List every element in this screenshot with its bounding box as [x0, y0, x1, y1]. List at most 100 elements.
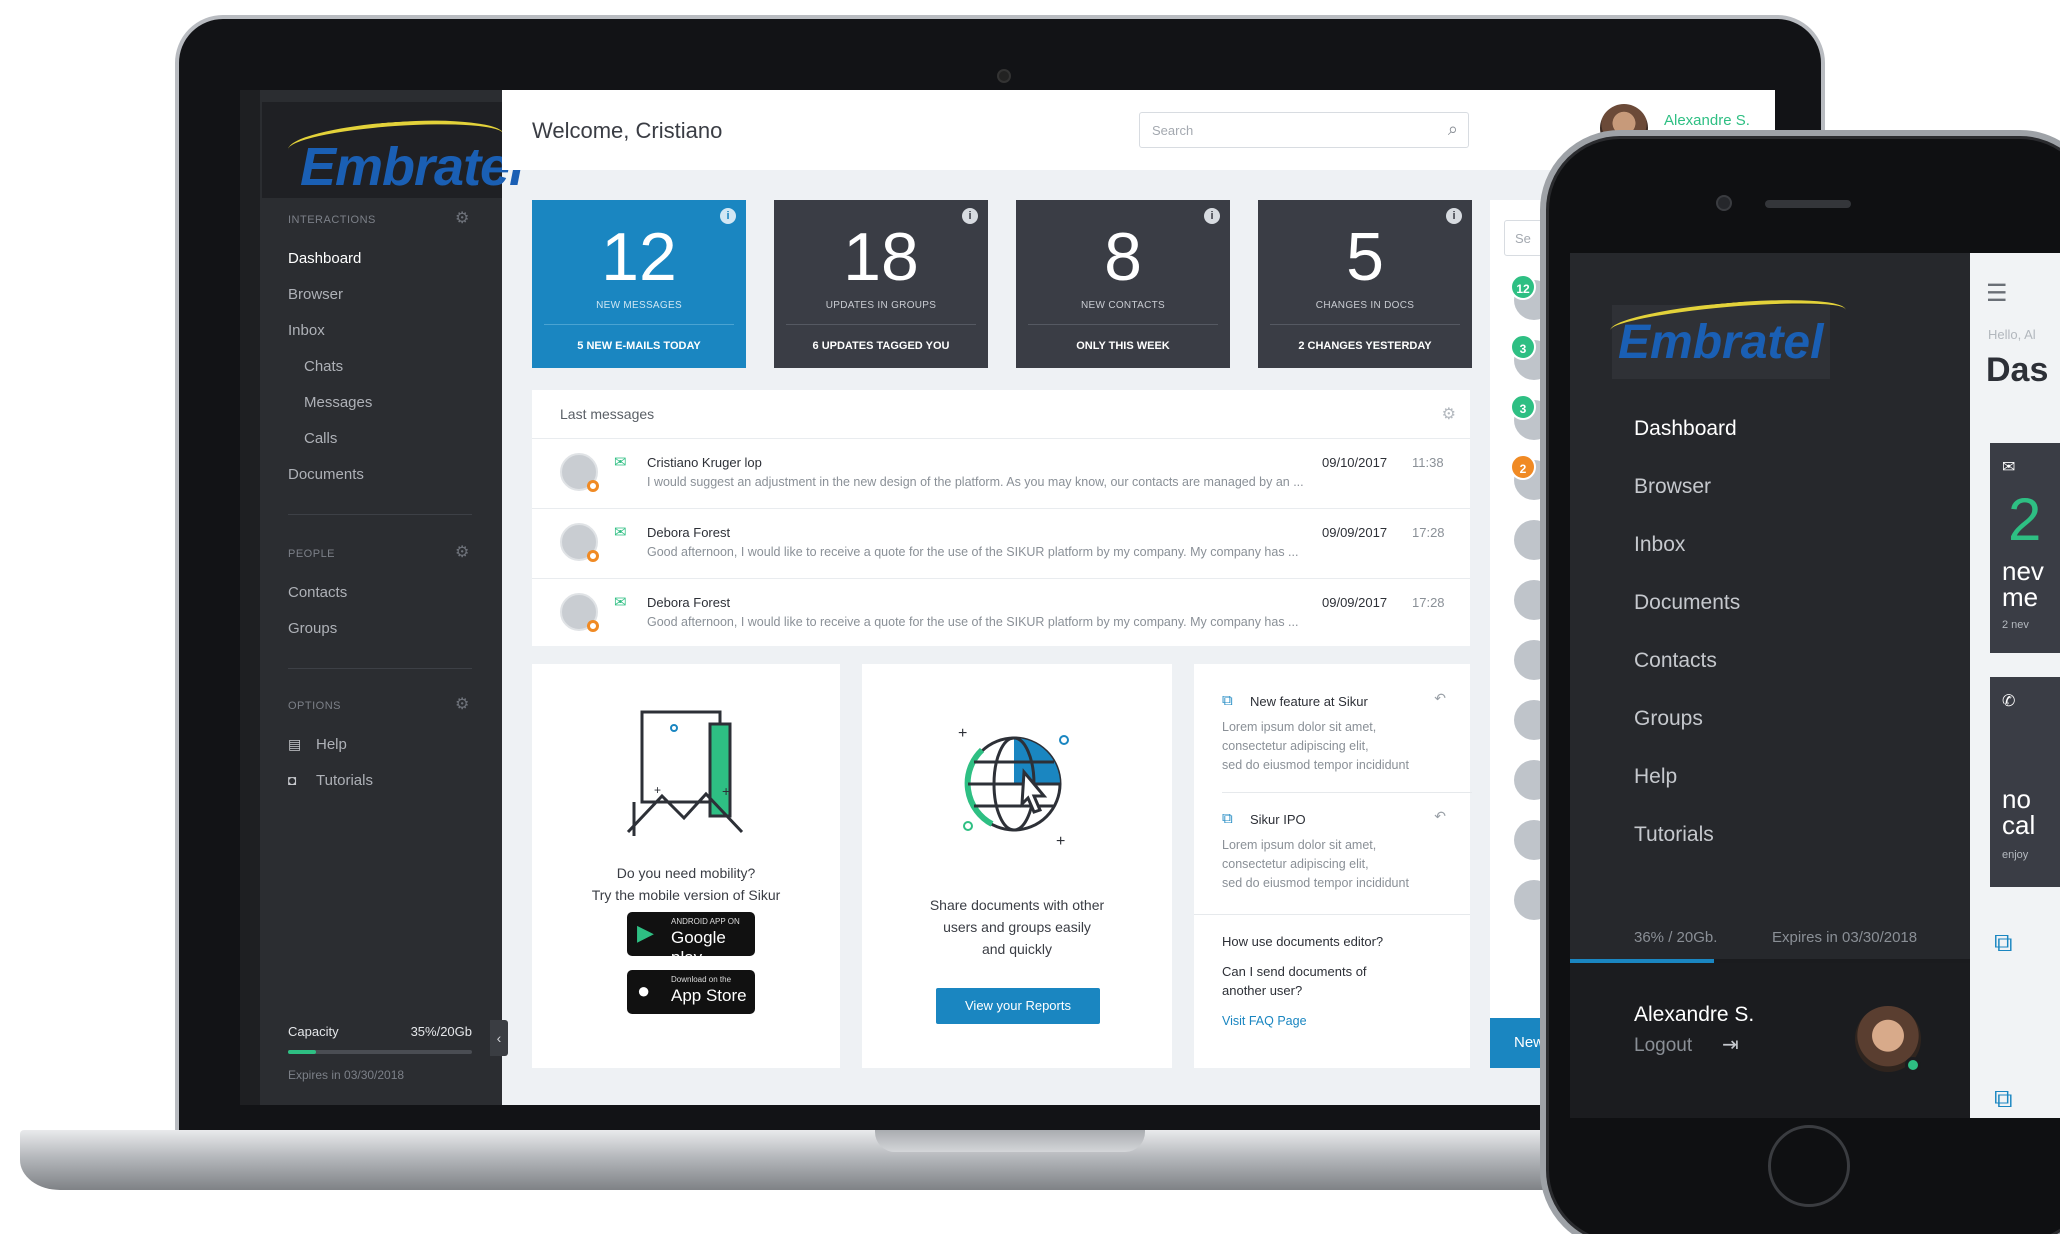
faq-question[interactable]: Can I send documents of another user? — [1222, 962, 1462, 1000]
faq-link[interactable]: Visit FAQ Page — [1222, 1014, 1307, 1028]
reply-icon[interactable]: ↶ — [1434, 690, 1446, 707]
message-row[interactable]: ✉ Cristiano Kruger lop I would suggest a… — [532, 438, 1470, 508]
mobile-menu-tutorials[interactable]: Tutorials — [1634, 823, 1714, 847]
mobile-page-title: Das — [1986, 351, 2049, 389]
panel-title: Last messages — [560, 406, 655, 422]
reply-icon[interactable]: ↶ — [1434, 808, 1446, 825]
mobile-menu-browser[interactable]: Browser — [1634, 475, 1711, 499]
news-body-line: consectetur adipiscing elit, — [1222, 739, 1369, 753]
stat-card-docs[interactable]: i 5 CHANGES IN DOCS 2 CHANGES YESTERDAY — [1258, 200, 1472, 368]
app-store-button[interactable]: ● Download on the App Store — [627, 970, 755, 1014]
sidebar-item-groups[interactable]: Groups — [288, 620, 337, 637]
laptop-base — [20, 1130, 1660, 1190]
news-icon: ⧉ — [1222, 692, 1233, 709]
logo[interactable]: Embratel — [262, 102, 524, 198]
device-showcase: Embratel INTERACTIONS ⚙ Dashboard Browse… — [0, 0, 2060, 1234]
mobile-menu-dashboard[interactable]: Dashboard — [1634, 417, 1737, 441]
capacity-expires: Expires in 03/30/2018 — [288, 1068, 405, 1082]
logout-link[interactable]: Logout — [1634, 1035, 1692, 1057]
news-card: ⧉ New feature at Sikur ↶ Lorem ipsum dol… — [1194, 664, 1472, 1068]
stat-card-contacts[interactable]: i 8 NEW CONTACTS ONLY THIS WEEK — [1016, 200, 1230, 368]
sidebar-item-browser[interactable]: Browser — [288, 286, 343, 303]
phone-speaker — [1765, 200, 1851, 208]
sidebar-item-calls[interactable]: Calls — [304, 430, 337, 447]
news-icon: ⧉ — [1222, 810, 1233, 827]
stat-divider — [1270, 324, 1460, 325]
logout-icon[interactable]: ⇥ — [1722, 1032, 1739, 1057]
stat-value: 8 — [1104, 219, 1142, 295]
collapse-sidebar-button[interactable]: ‹ — [490, 1020, 508, 1056]
sidebar-item-dashboard[interactable]: Dashboard — [288, 250, 361, 267]
news-title[interactable]: New feature at Sikur — [1250, 694, 1368, 709]
mobile-menu-help[interactable]: Help — [1634, 765, 1677, 789]
store-name: App Store — [671, 986, 747, 1005]
mobility-line: Do you need mobility? — [616, 865, 756, 881]
faq-line: another user? — [1222, 983, 1303, 998]
search-icon[interactable]: ⌕ — [1448, 119, 1458, 140]
mail-icon: ✉ — [614, 454, 627, 471]
mobile-menu-inbox[interactable]: Inbox — [1634, 533, 1685, 557]
mobile-menu-contacts[interactable]: Contacts — [1634, 649, 1717, 673]
search-input[interactable]: Search ⌕ — [1139, 112, 1469, 148]
unread-badge: 3 — [1510, 394, 1536, 420]
options-heading: OPTIONS — [288, 700, 342, 712]
laptop-notch — [875, 1130, 1145, 1152]
svg-text:+: + — [1056, 833, 1065, 850]
document-icon[interactable]: ⧉ — [1994, 927, 2013, 959]
view-reports-button[interactable]: View your Reports — [936, 988, 1100, 1024]
mobile-stat-card-messages[interactable]: ✉ 2 nev me 2 nev — [1990, 443, 2060, 653]
mobility-text: Do you need mobility? Try the mobile ver… — [532, 862, 840, 906]
svg-text:+: + — [722, 783, 730, 799]
news-title[interactable]: Sikur IPO — [1250, 812, 1306, 827]
stat-label: CHANGES IN DOCS — [1315, 300, 1415, 311]
message-date: 09/09/2017 — [1322, 595, 1388, 610]
sidebar-item-messages[interactable]: Messages — [304, 394, 372, 411]
phone-camera — [1716, 195, 1732, 211]
news-body: Lorem ipsum dolor sit amet, consectetur … — [1222, 718, 1462, 775]
stat-card-groups[interactable]: i 18 UPDATES IN GROUPS 6 UPDATES TAGGED … — [774, 200, 988, 368]
message-row[interactable]: ✉ Debora Forest Good afternoon, I would … — [532, 578, 1470, 648]
faq-question[interactable]: How use documents editor? — [1222, 932, 1462, 951]
google-play-button[interactable]: ▶ ANDROID APP ON Google play — [627, 912, 755, 967]
interactions-gear-icon[interactable]: ⚙ — [455, 208, 469, 228]
user-name[interactable]: Alexandre S. — [1664, 112, 1750, 129]
sidebar-item-documents[interactable]: Documents — [288, 466, 364, 483]
message-row[interactable]: ✉ Debora Forest Good afternoon, I would … — [532, 508, 1470, 578]
message-preview: Good afternoon, I would like to receive … — [647, 545, 1299, 559]
share-line: and quickly — [981, 941, 1053, 957]
mobile-stat-value: 2 — [2008, 486, 2042, 553]
mobile-stat-label: no — [2002, 784, 2031, 814]
message-date: 09/10/2017 — [1322, 455, 1388, 470]
options-gear-icon[interactable]: ⚙ — [455, 694, 469, 714]
news-body-line: Lorem ipsum dolor sit amet, — [1222, 838, 1377, 852]
mobile-menu-documents[interactable]: Documents — [1634, 591, 1740, 615]
sidebar-item-inbox[interactable]: Inbox — [288, 322, 325, 339]
stat-card-messages[interactable]: i 12 NEW MESSAGES 5 NEW E-MAILS TODAY — [532, 200, 746, 368]
book-icon: ▤ — [288, 736, 302, 752]
share-text: Share documents with other users and gro… — [862, 894, 1172, 960]
mobile-capacity: 36% / 20Gb. — [1634, 929, 1718, 946]
page-title: Welcome, Cristiano — [532, 118, 723, 143]
mobile-menu-groups[interactable]: Groups — [1634, 707, 1703, 731]
status-dot — [587, 480, 599, 492]
stat-footer: 5 NEW E-MAILS TODAY — [577, 340, 701, 352]
mobile-greeting: Hello, Al — [1988, 327, 2036, 342]
mobility-card: + + Do you need mobility? Try the mobile… — [532, 664, 840, 1068]
mobile-stat-card-calls[interactable]: ✆ no cal enjoy — [1990, 677, 2060, 887]
sidebar-item-help[interactable]: ▤ Help — [288, 736, 347, 753]
people-gear-icon[interactable]: ⚙ — [455, 542, 469, 562]
sidebar-item-tutorials[interactable]: ◘ Tutorials — [288, 772, 373, 789]
sidebar-item-label: Help — [316, 736, 347, 753]
gear-icon[interactable]: ⚙ — [1442, 404, 1456, 424]
sidebar-item-chats[interactable]: Chats — [304, 358, 343, 375]
stat-divider — [786, 324, 976, 325]
news-divider — [1222, 792, 1472, 793]
share-line: Share documents with other — [929, 897, 1105, 913]
hamburger-menu-icon[interactable]: ☰ — [1986, 279, 2008, 308]
sidebar-item-contacts[interactable]: Contacts — [288, 584, 347, 601]
mail-icon: ✉ — [2002, 459, 2016, 476]
capacity-bar — [288, 1050, 472, 1054]
document-icon[interactable]: ⧉ — [1994, 1083, 2013, 1115]
stat-label: NEW MESSAGES — [596, 300, 682, 311]
phone-home-button[interactable] — [1768, 1125, 1850, 1207]
